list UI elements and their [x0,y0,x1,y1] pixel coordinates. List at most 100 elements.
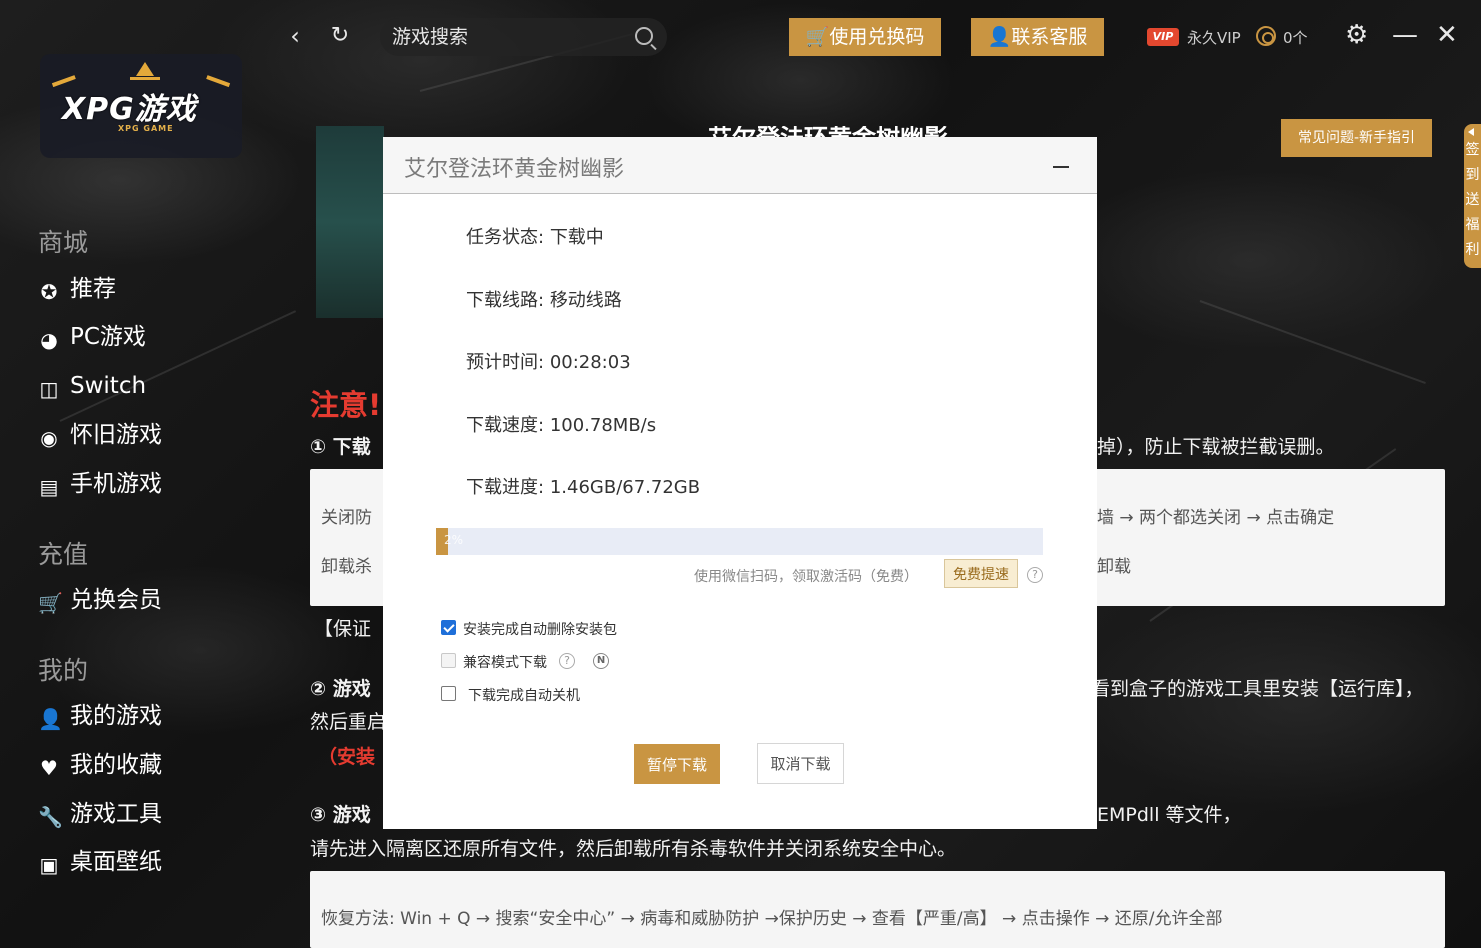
auto-delete-checkbox[interactable] [441,620,456,635]
guarantee-text: 【保证 [314,618,372,640]
sidebar-item-label: PC游戏 [70,324,146,350]
download-progress-label: 下载进度: [466,477,545,498]
task-status-label: 任务状态: [466,227,545,248]
sidebar-item-label: 游戏工具 [70,801,162,827]
sidebar-item-label: 手机游戏 [70,471,162,497]
section-recharge: 充值 [38,540,89,569]
download-route-label: 下载线路: [466,290,545,311]
phone-icon: ▤ [39,475,59,499]
wechat-scan-text: 使用微信扫码，领取激活码（免费） [694,569,918,585]
coin-icon [1256,26,1276,46]
download-progress-row: 下载进度: 1.46GB/67.72GB [466,473,700,499]
sidebar-item-retro-games[interactable]: ◉ 怀旧游戏 [38,418,238,452]
sidebar-item-label: 我的收藏 [70,752,162,778]
logo-subtext: XPG GAME [118,124,174,133]
contact-support-button[interactable]: 👤联系客服 [971,18,1104,56]
refresh-icon: ↻ [330,23,350,48]
option-label: 兼容模式下载 [463,655,547,671]
help-icon[interactable]: ? [559,653,575,669]
notice-box-1-line-1-end: 墙 → 两个都选关闭 → 点击确定 [1097,508,1335,528]
notice-box-2-line: 恢复方法: Win + Q → 搜索“安全中心” → 病毒和威胁防护 →保护历史… [321,909,1223,929]
pause-download-button[interactable]: 暂停下载 [634,744,720,784]
progress-bar: 2% [436,528,1043,555]
coin-count[interactable]: 0个 [1283,27,1308,48]
download-route-value: 移动线路 [549,290,622,311]
game-cover-image [316,126,384,318]
logo-text: XPG游戏 [62,92,197,127]
image-icon: ▣ [39,853,59,877]
settings-button[interactable]: ⚙ [1345,18,1368,52]
download-speed-value: 100.78MB/s [549,415,657,436]
sidebar-item-pc-games[interactable]: ◕ PC游戏 [38,320,238,354]
minimize-icon: — [1392,20,1418,50]
crown-icon [130,62,160,80]
redeem-code-button[interactable]: 🛒使用兑换码 [789,18,941,56]
minimize-button[interactable]: — [1392,18,1418,52]
dialog-title: 艾尔登法环黄金树幽影 [404,157,625,182]
help-icon[interactable]: ? [1027,567,1043,583]
star-icon: ✪ [40,280,58,304]
notice-title: 注意! [310,388,382,422]
option-label: 下载完成自动关机 [468,688,580,704]
sidebar-item-wallpapers[interactable]: ▣ 桌面壁纸 [38,845,238,879]
back-button[interactable]: ‹ [281,22,309,50]
download-progress-value: 1.46GB/67.72GB [549,477,701,498]
close-icon: ✕ [1436,20,1458,50]
chevron-left-icon [1468,128,1474,136]
sidebar-item-game-tools[interactable]: 🔧 游戏工具 [38,797,238,831]
notice-item-3-head: ③ 游戏 [310,804,371,826]
notice-box-1-line-1-start: 关闭防 [321,508,372,528]
download-route-row: 下载线路: 移动线路 [466,286,622,312]
sidebar-item-label: 我的游戏 [70,703,162,729]
section-store: 商城 [38,228,89,257]
notice-item-1-head: ① 下载 [310,436,371,458]
close-button[interactable]: ✕ [1436,18,1458,52]
wing-decoration [193,75,231,121]
eta-row: 预计时间: 00:28:03 [466,348,631,374]
faq-guide-button[interactable]: 常见问题-新手指引 [1281,119,1432,157]
eta-label: 预计时间: [466,352,545,373]
checkin-label: 签到送福利 [1465,142,1480,258]
notice-box-1-line-2-end: 卸载 [1097,557,1131,577]
notice-item-1-tail: 掉），防止下载被拦截误删。 [1097,436,1335,458]
dialog-header: 艾尔登法环黄金树幽影 [383,137,1097,194]
retro-icon: ◉ [40,426,58,450]
vip-badge: VIP [1147,28,1179,46]
progress-percent: 2% [444,533,464,547]
download-speed-row: 下载速度: 100.78MB/s [466,411,656,437]
free-speedup-button[interactable]: 免费提速 [944,559,1018,588]
sidebar-item-my-games[interactable]: 👤 我的游戏 [38,699,238,733]
refresh-button[interactable]: ↻ [326,22,354,50]
sidebar-item-label: Switch [70,373,147,399]
app-logo[interactable]: XPG游戏 XPG GAME [40,54,242,158]
auto-shutdown-checkbox[interactable] [441,686,456,701]
notice-item-3-line-2: 请先进入隔离区还原所有文件，然后卸载所有杀毒软件并关闭系统安全中心。 [310,838,957,860]
sidebar-item-recommend[interactable]: ✪ 推荐 [38,272,238,306]
n-badge-icon: N [593,653,609,669]
notice-item-2-warning: （安装 [318,746,376,768]
vip-status[interactable]: 永久VIP [1187,27,1241,48]
search-input[interactable] [392,24,622,50]
user-icon: 👤 [38,707,63,731]
sidebar-item-favorites[interactable]: ♥ 我的收藏 [38,748,238,782]
sidebar-item-redeem-membership[interactable]: 🛒 兑换会员 [38,583,238,617]
search-icon[interactable] [635,27,653,45]
task-status-value: 下载中 [549,227,604,248]
task-status-row: 任务状态: 下载中 [466,223,604,249]
heart-icon: ♥ [40,756,58,780]
notice-item-2-head: ② 游戏 [310,678,371,700]
dialog-minimize-button[interactable] [1051,157,1071,177]
download-speed-label: 下载速度: [466,415,545,436]
cart-icon: 🛒 [38,591,63,615]
compat-mode-checkbox [441,653,456,668]
notice-item-2-tail: 看到盒子的游戏工具里安装【运行库】， [1091,678,1424,700]
sidebar-item-mobile-games[interactable]: ▤ 手机游戏 [38,467,238,501]
eta-value: 00:28:03 [549,352,631,373]
search-box [380,18,667,56]
sidebar-item-switch[interactable]: ◫ Switch [38,369,238,403]
download-dialog: 艾尔登法环黄金树幽影 任务状态: 下载中 下载线路: 移动线路 预计时间: 00… [383,137,1097,829]
cancel-download-button[interactable]: 取消下载 [757,743,844,784]
steam-icon: ◕ [40,328,58,352]
checkin-tab[interactable]: 签到送福利 [1464,124,1481,268]
sidebar-item-label: 桌面壁纸 [70,849,162,875]
